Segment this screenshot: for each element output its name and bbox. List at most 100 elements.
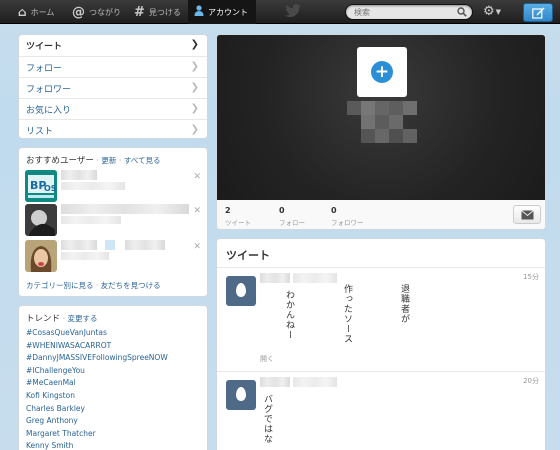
nav-home-label: ホーム (30, 7, 55, 17)
tweet-text-line: わかんねー (284, 290, 294, 340)
expand-link[interactable]: 開く (260, 354, 274, 364)
menu-item-favorites[interactable]: お気に入り ❯ (19, 98, 207, 119)
profile-stats: 2 ツイート 0 フォロー 0 フォロワー (217, 200, 545, 229)
tweet[interactable]: 15分 わかんねー 作ったソース 退職者が 開く (217, 267, 545, 371)
blurred-name (260, 273, 290, 283)
settings-button[interactable]: ⚙ ▼ (483, 4, 509, 20)
menu-item-label: お気に入り (26, 105, 72, 116)
blurred-name (125, 240, 165, 250)
tweet[interactable]: 20分 バグではな (217, 371, 545, 450)
svg-text:OS: OS (44, 184, 57, 193)
trend-item[interactable]: #CosasQueVanJuntas (26, 328, 168, 341)
gear-icon: ⚙ (483, 4, 495, 19)
nav-account[interactable]: アカウント (188, 0, 256, 24)
trend-item[interactable]: Greg Anthony (26, 416, 168, 429)
menu-item-label: リスト (26, 126, 54, 137)
change-trends-link[interactable]: 変更する (68, 314, 98, 323)
tweet-timestamp[interactable]: 15分 (523, 272, 539, 282)
menu-item-tweets[interactable]: ツイート ❯ (19, 35, 207, 56)
trend-item[interactable]: #IChallengeYou (26, 366, 168, 379)
dismiss-icon[interactable]: ✕ (193, 242, 201, 252)
browse-categories-link[interactable]: カテゴリー別に見る (26, 281, 94, 290)
chevron-down-icon: ▼ (495, 8, 502, 16)
menu-item-lists[interactable]: リスト ❯ (19, 119, 207, 138)
menu-item-following[interactable]: フォロー ❯ (19, 56, 207, 77)
trends-header: トレンド · 変更する (26, 314, 98, 324)
search-input[interactable] (354, 6, 454, 18)
mail-icon (521, 210, 534, 220)
stat-label: ツイート (225, 219, 251, 227)
profile-card: + 2 ツイート 0 フォロー 0 フォロワー (216, 34, 546, 230)
profile-nav-menu: ツイート ❯ フォロー ❯ フォロワー ❯ お気に入り ❯ リスト ❯ (18, 34, 208, 139)
trend-list: #CosasQueVanJuntas #WHENIWASACARROT #Dan… (26, 328, 168, 450)
add-photo-icon[interactable]: + (371, 61, 393, 83)
dismiss-icon[interactable]: ✕ (193, 172, 201, 182)
tweet-text-line: 退職者が (399, 284, 409, 324)
chevron-right-icon: ❯ (190, 39, 199, 50)
nav-connect[interactable]: @ つながり (66, 0, 127, 24)
nav-discover[interactable]: # 見つける (128, 0, 187, 24)
tweet-timestamp[interactable]: 20分 (523, 376, 539, 386)
nav-home[interactable]: ⌂ ホーム (12, 0, 60, 24)
nav-account-label: アカウント (208, 7, 248, 17)
trends-panel: トレンド · 変更する #CosasQueVanJuntas #WHENIWAS… (18, 305, 208, 450)
trends-title: トレンド (26, 314, 61, 324)
dismiss-icon[interactable]: ✕ (193, 206, 201, 216)
suggested-user[interactable]: ✕ (25, 240, 203, 274)
stat-followers[interactable]: 0 フォロワー (331, 206, 364, 227)
who-to-follow-header: おすすめユーザー · 更新 · すべて見る (26, 156, 161, 166)
blurred-handle (61, 252, 109, 260)
avatar[interactable] (226, 380, 256, 410)
profile-avatar[interactable]: + (357, 47, 407, 97)
stat-number: 2 (225, 206, 231, 215)
suggested-user[interactable]: BP OS ✕ (25, 170, 203, 204)
trend-item[interactable]: #MeCaenMal (26, 378, 168, 391)
blurred-name (61, 240, 97, 250)
search-box[interactable] (345, 4, 473, 20)
nav-connect-label: つながり (89, 7, 121, 17)
avatar[interactable] (25, 240, 57, 272)
tweet-text-line: バグではな (262, 394, 272, 444)
nav-discover-label: 見つける (148, 7, 181, 17)
avatar[interactable] (226, 276, 256, 306)
at-icon: @ (72, 4, 85, 20)
stat-label: フォロワー (331, 219, 364, 227)
stat-tweets[interactable]: 2 ツイート (225, 206, 251, 227)
who-to-follow-title: おすすめユーザー (26, 156, 94, 166)
find-friends-link[interactable]: 友だちを見つける (101, 281, 161, 290)
blurred-handle (293, 273, 337, 283)
suggested-user[interactable]: ✕ (25, 204, 203, 238)
search-icon[interactable] (457, 7, 467, 17)
person-icon (194, 5, 204, 19)
timeline-title: ツイート (226, 249, 270, 262)
refresh-link[interactable]: 更新 (101, 156, 116, 165)
home-icon: ⌂ (18, 5, 27, 19)
stat-following[interactable]: 0 フォロー (279, 206, 305, 227)
trend-item[interactable]: Margaret Thatcher (26, 429, 168, 442)
trend-item[interactable]: #DannyJMASSIVEFollowingSpreeNOW (26, 353, 168, 366)
trend-item[interactable]: Charles Barkley (26, 404, 168, 417)
trend-item[interactable]: Kofi Kingston (26, 391, 168, 404)
twitter-bird-icon (285, 4, 301, 17)
blurred-name (61, 204, 189, 214)
avatar[interactable] (25, 204, 57, 236)
stat-label: フォロー (279, 219, 305, 227)
compose-tweet-button[interactable] (523, 3, 553, 22)
top-bar: ⌂ ホーム @ つながり # 見つける アカウント ⚙ ▼ (0, 0, 560, 24)
avatar[interactable]: BP OS (25, 170, 57, 202)
menu-item-label: フォロワー (26, 84, 72, 95)
egg-avatar-icon (236, 283, 246, 297)
menu-item-label: フォロー (26, 63, 63, 74)
tweet-text-line: 作ったソース (342, 284, 352, 344)
stat-number: 0 (279, 206, 285, 215)
trend-item[interactable]: Kenny Smith (26, 441, 168, 450)
egg-avatar-icon (236, 387, 246, 401)
stat-number: 0 (331, 206, 337, 215)
menu-item-followers[interactable]: フォロワー ❯ (19, 77, 207, 98)
chevron-right-icon: ❯ (190, 124, 199, 135)
blurred-handle (61, 182, 125, 190)
message-button[interactable] (513, 205, 541, 224)
chevron-right-icon: ❯ (190, 103, 199, 114)
view-all-link[interactable]: すべて見る (124, 156, 161, 165)
trend-item[interactable]: #WHENIWASACARROT (26, 341, 168, 354)
